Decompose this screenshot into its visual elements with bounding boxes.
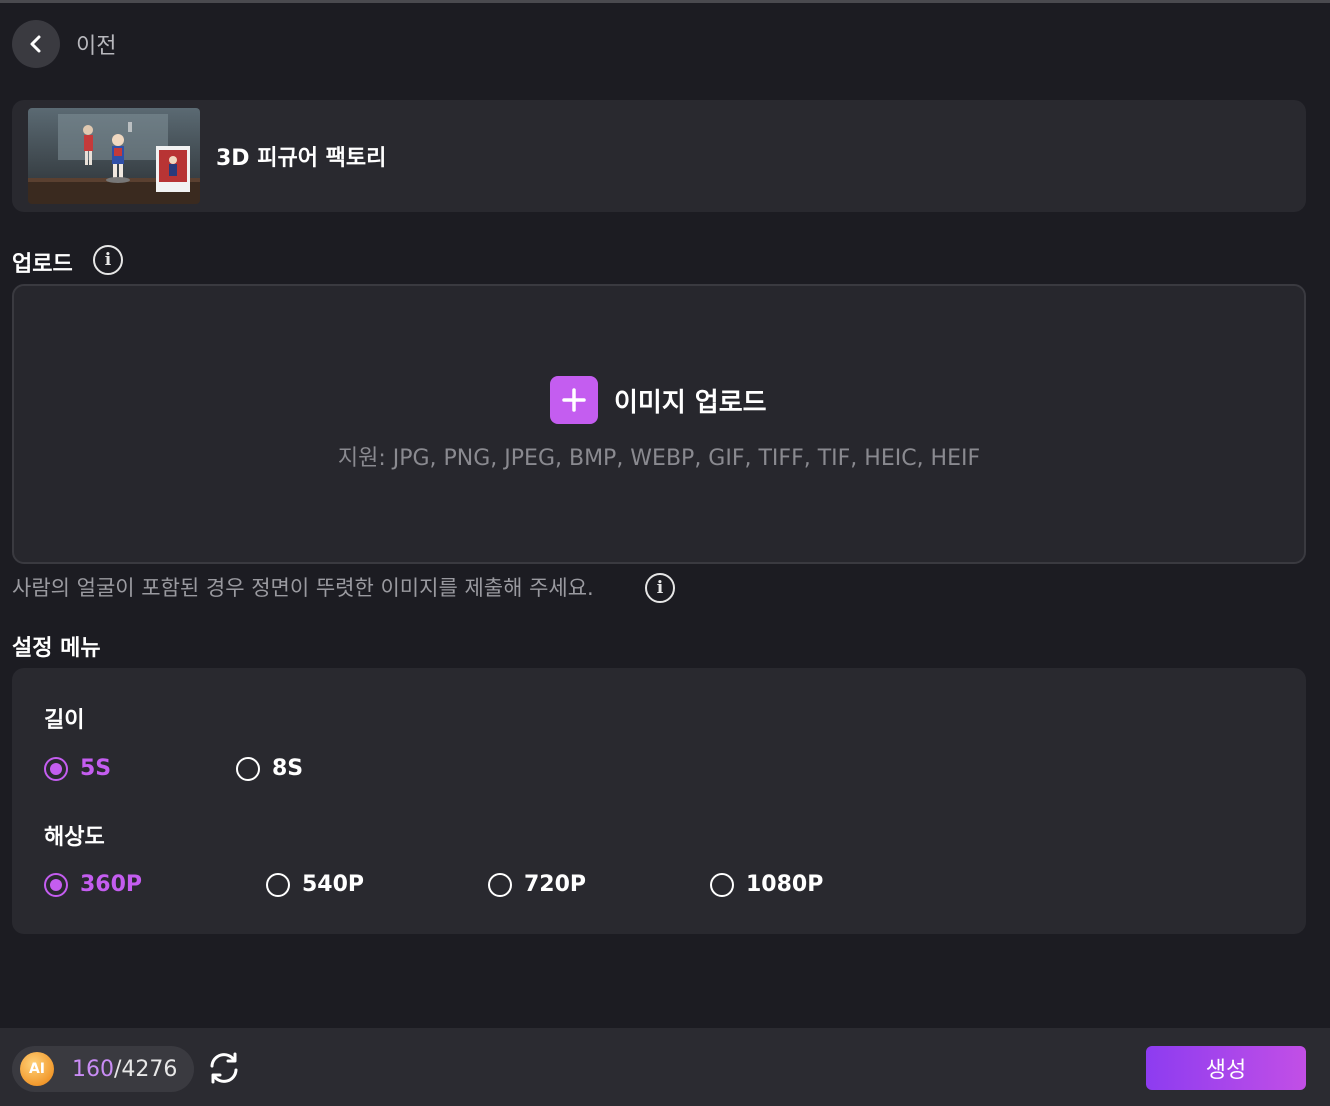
credits-total: 4276	[121, 1056, 178, 1082]
radio-unselected-icon	[710, 872, 734, 897]
back-button[interactable]	[12, 20, 60, 68]
option-label: 5S	[80, 756, 112, 781]
radio-selected-icon	[44, 872, 68, 897]
resolution-option-540p[interactable]: 540P	[266, 872, 364, 897]
radio-unselected-icon	[236, 756, 260, 781]
supported-formats-text: 지원: JPG, PNG, JPEG, BMP, WEBP, GIF, TIFF…	[337, 446, 981, 471]
back-label[interactable]: 이전	[76, 28, 116, 60]
plus-icon[interactable]	[550, 376, 598, 424]
credits-separator: /	[114, 1056, 122, 1082]
generate-button[interactable]: 생성	[1146, 1046, 1306, 1090]
duration-option-5s[interactable]: 5S	[44, 756, 111, 781]
ai-coin-icon: AI	[20, 1052, 54, 1086]
face-hint-text: 사람의 얼굴이 포함된 경우 정면이 뚜렷한 이미지를 제출해 주세요.	[12, 576, 594, 600]
duration-label: 길이	[44, 708, 85, 733]
upload-section-label: 업로드	[12, 252, 73, 277]
radio-unselected-icon	[266, 872, 290, 897]
info-icon[interactable]: i	[93, 245, 123, 275]
bottom-bar: AI 160 / 4276 생성	[0, 1028, 1330, 1106]
template-card: 3D 피규어 팩토리	[12, 100, 1306, 212]
window-top-border	[0, 0, 1330, 3]
resolution-option-360p[interactable]: 360P	[44, 872, 142, 897]
option-label: 1080P	[746, 872, 824, 897]
template-title: 3D 피규어 팩토리	[216, 146, 387, 171]
settings-panel: 길이 5S 8S 해상도 360P 540P 720P 1080P	[12, 668, 1306, 934]
option-label: 360P	[80, 872, 143, 897]
image-upload-dropzone[interactable]: 이미지 업로드 지원: JPG, PNG, JPEG, BMP, WEBP, G…	[12, 284, 1306, 564]
option-label: 720P	[524, 872, 587, 897]
duration-option-8s[interactable]: 8S	[236, 756, 303, 781]
settings-section-label: 설정 메뉴	[12, 636, 101, 661]
resolution-label: 해상도	[44, 825, 105, 850]
hint-info-icon[interactable]: i	[645, 573, 675, 603]
radio-unselected-icon	[488, 872, 512, 897]
upload-title[interactable]: 이미지 업로드	[614, 382, 767, 419]
credits-used: 160	[72, 1056, 114, 1082]
credits-counter: AI 160 / 4276	[12, 1046, 194, 1092]
refresh-icon[interactable]	[206, 1050, 242, 1086]
template-thumbnail	[28, 108, 200, 204]
resolution-option-1080p[interactable]: 1080P	[710, 872, 823, 897]
resolution-option-720p[interactable]: 720P	[488, 872, 586, 897]
radio-selected-icon	[44, 756, 68, 781]
chevron-left-icon	[30, 35, 41, 53]
option-label: 540P	[302, 872, 365, 897]
option-label: 8S	[272, 756, 304, 781]
